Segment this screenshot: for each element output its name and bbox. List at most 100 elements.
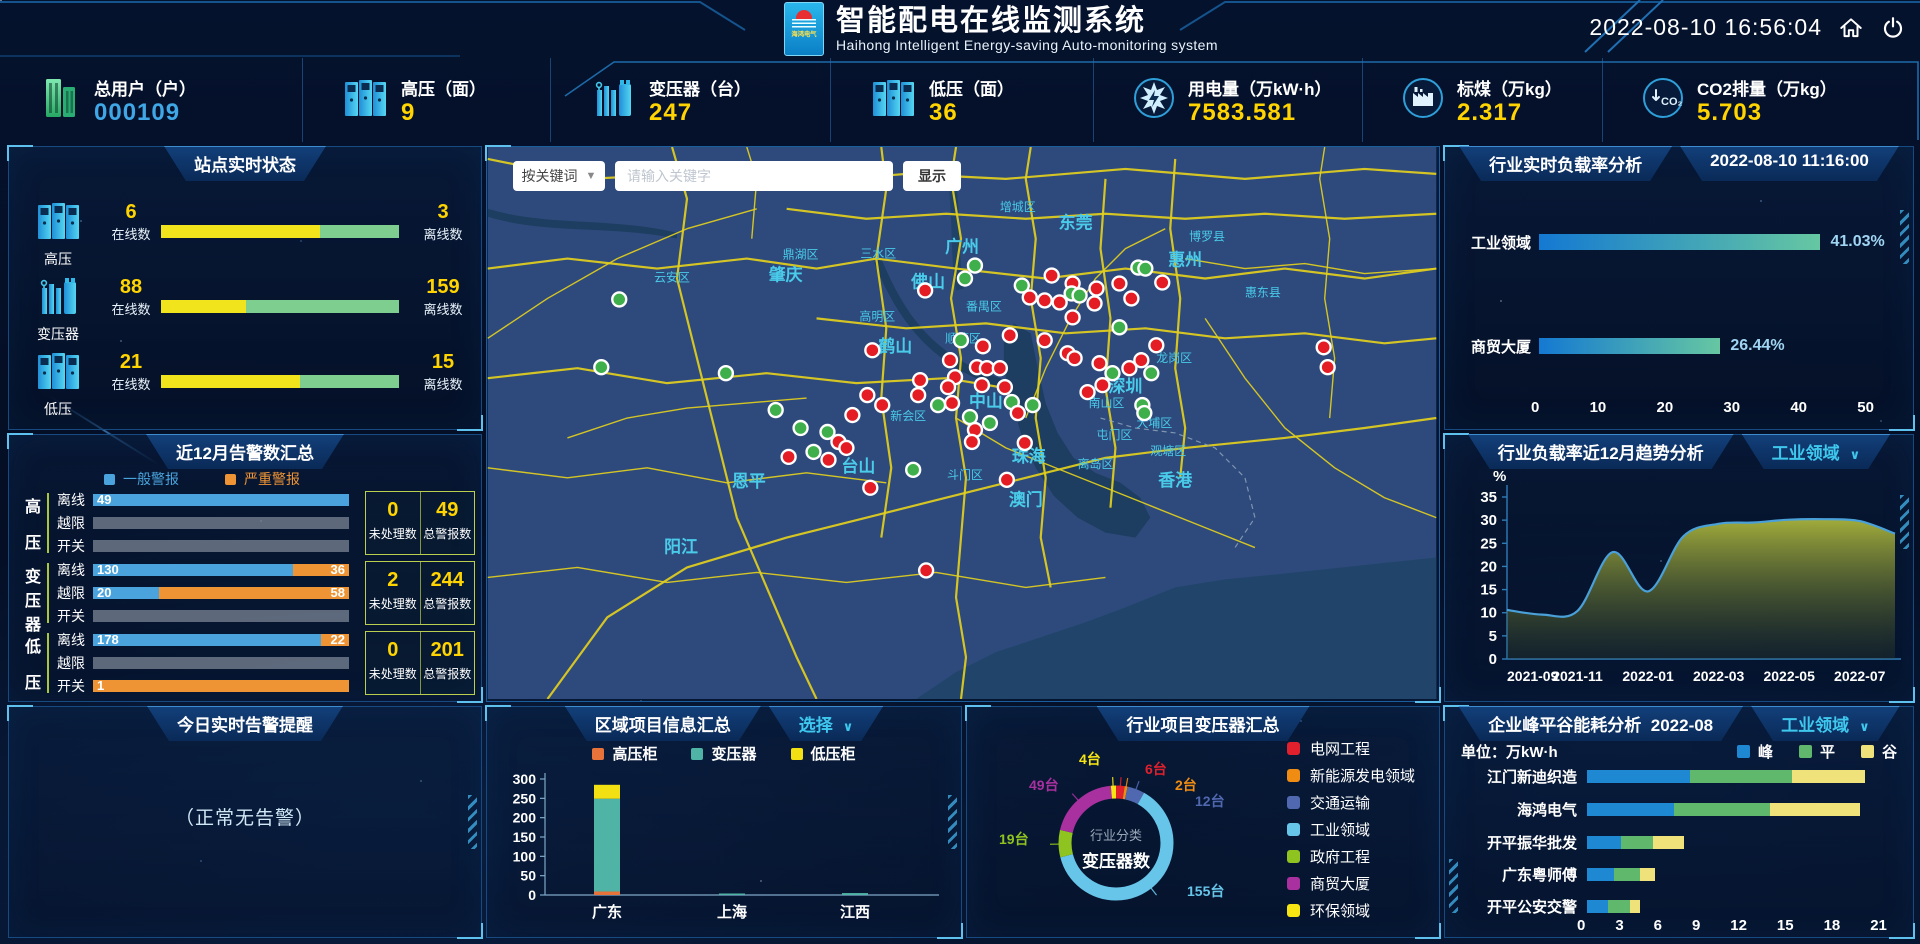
offline-site-marker[interactable] [782,450,796,464]
online-site-marker[interactable] [1138,262,1152,276]
online-site-marker[interactable] [983,416,997,430]
power-icon[interactable] [1880,15,1906,41]
offline-site-marker[interactable] [1003,328,1017,342]
alarm-left-count: 49 [97,492,111,508]
axis-tick: 15 [1777,917,1794,934]
offline-site-marker[interactable] [865,343,879,357]
alarm-group-低压: 低压离线17822越限开关10未处理数201总警报数 [9,631,481,695]
offline-site-marker[interactable] [1321,360,1335,374]
offline-site-marker[interactable] [839,441,853,455]
online-site-marker[interactable] [1026,398,1040,412]
offline-site-marker[interactable] [860,388,874,402]
offline-site-marker[interactable] [1038,293,1052,307]
trend-industry-dropdown[interactable]: 工业领域∨ [1742,434,1891,469]
online-site-marker[interactable] [1073,288,1087,302]
online-site-marker[interactable] [794,421,808,435]
offline-site-marker[interactable] [976,339,990,353]
offline-site-marker[interactable] [1000,473,1014,487]
legend-item[interactable]: 政府工程 [1287,843,1415,870]
legend-item[interactable]: 商贸大厦 [1287,870,1415,897]
offline-site-marker[interactable] [1093,356,1107,370]
panel-title: 站点实时状态 [164,146,326,181]
offline-site-marker[interactable] [1090,282,1104,296]
online-site-marker[interactable] [612,292,626,306]
online-site-marker[interactable] [1137,406,1151,420]
alarm-row-label: 开关 [57,536,93,556]
legend-item[interactable]: 新能源发电领域 [1287,762,1415,789]
offline-site-marker[interactable] [913,373,927,387]
axis-tick: 3 [1615,917,1623,934]
region-bar-segment [594,785,620,799]
offline-site-marker[interactable] [1317,340,1331,354]
online-site-marker[interactable] [1105,366,1119,380]
online-site-marker[interactable] [968,259,982,273]
offline-site-marker[interactable] [1066,310,1080,324]
offline-site-marker[interactable] [1023,290,1037,304]
offline-site-marker[interactable] [1038,333,1052,347]
online-site-marker[interactable] [931,398,945,412]
offline-site-marker[interactable] [1011,406,1025,420]
search-mode-select[interactable]: 按关键词 ▼ [513,161,605,191]
offline-site-marker[interactable] [943,353,957,367]
legend-item[interactable]: 环保领域 [1287,897,1415,924]
offline-site-marker[interactable] [863,481,877,495]
offline-site-marker[interactable] [1081,385,1095,399]
legend-item[interactable]: 一般警报 [104,469,179,489]
city-label: 屯门区 [1097,427,1133,442]
legend-label: 新能源发电领域 [1310,765,1415,786]
total-label: 总警报数 [421,525,475,542]
offline-site-marker[interactable] [845,408,859,422]
alarm-group-高压: 高压离线49越限开关0未处理数49总警报数 [9,491,481,555]
offline-site-marker[interactable] [1045,269,1059,283]
alarm-row: 离线49 [57,491,349,509]
search-input[interactable] [615,161,893,191]
offline-site-marker[interactable] [1155,276,1169,290]
online-site-marker[interactable] [1144,366,1158,380]
offline-site-marker[interactable] [1112,277,1126,291]
svg-text:2021-11: 2021-11 [1552,668,1603,684]
legend-item[interactable]: 谷 [1861,741,1897,762]
legend-item[interactable]: 严重警报 [225,469,300,489]
offline-site-marker[interactable] [1088,296,1102,310]
legend-item[interactable]: 交通运输 [1287,789,1415,816]
offline-site-marker[interactable] [1096,378,1110,392]
online-site-marker[interactable] [807,445,821,459]
legend-item[interactable]: 工业领域 [1287,816,1415,843]
offline-site-marker[interactable] [965,435,979,449]
online-site-marker[interactable] [1112,320,1126,334]
offline-site-marker[interactable] [993,361,1007,375]
offline-site-marker[interactable] [998,380,1012,394]
home-icon[interactable] [1838,15,1864,41]
offline-site-marker[interactable] [911,388,925,402]
offline-site-marker[interactable] [1149,338,1163,352]
online-site-marker[interactable] [906,463,920,477]
offline-site-marker[interactable] [875,398,889,412]
offline-site-marker[interactable] [941,380,955,394]
offline-site-marker[interactable] [1124,291,1138,305]
region-select-dropdown[interactable]: 选择∨ [769,706,884,741]
offline-site-marker[interactable] [822,453,836,467]
energy-industry-dropdown[interactable]: 工业领域∨ [1751,706,1900,741]
region-map[interactable]: 肇庆鼎湖区三水区四会市德庆县云安区佛山广州增城区东莞博罗县惠州惠东县高明区顺德区… [487,147,1437,699]
legend-swatch [1287,877,1300,890]
legend-item[interactable]: 峰 [1737,741,1773,762]
online-site-marker[interactable] [958,272,972,286]
offline-site-marker[interactable] [975,378,989,392]
offline-site-marker[interactable] [1122,361,1136,375]
legend-item[interactable]: 平 [1799,741,1835,762]
offline-site-marker[interactable] [945,396,959,410]
offline-site-marker[interactable] [1068,351,1082,365]
alarm-group-divider [47,563,49,623]
show-button[interactable]: 显示 [903,161,961,191]
online-site-marker[interactable] [594,360,608,374]
online-number: 88 [105,276,157,299]
svg-text:25: 25 [1480,535,1497,552]
online-site-marker[interactable] [954,333,968,347]
online-segment [161,300,246,313]
offline-site-marker[interactable] [918,284,932,298]
offline-site-marker[interactable] [1018,436,1032,450]
online-site-marker[interactable] [719,366,733,380]
offline-site-marker[interactable] [919,563,933,577]
online-site-marker[interactable] [769,403,783,417]
kpi-icon-wrap [869,76,917,125]
